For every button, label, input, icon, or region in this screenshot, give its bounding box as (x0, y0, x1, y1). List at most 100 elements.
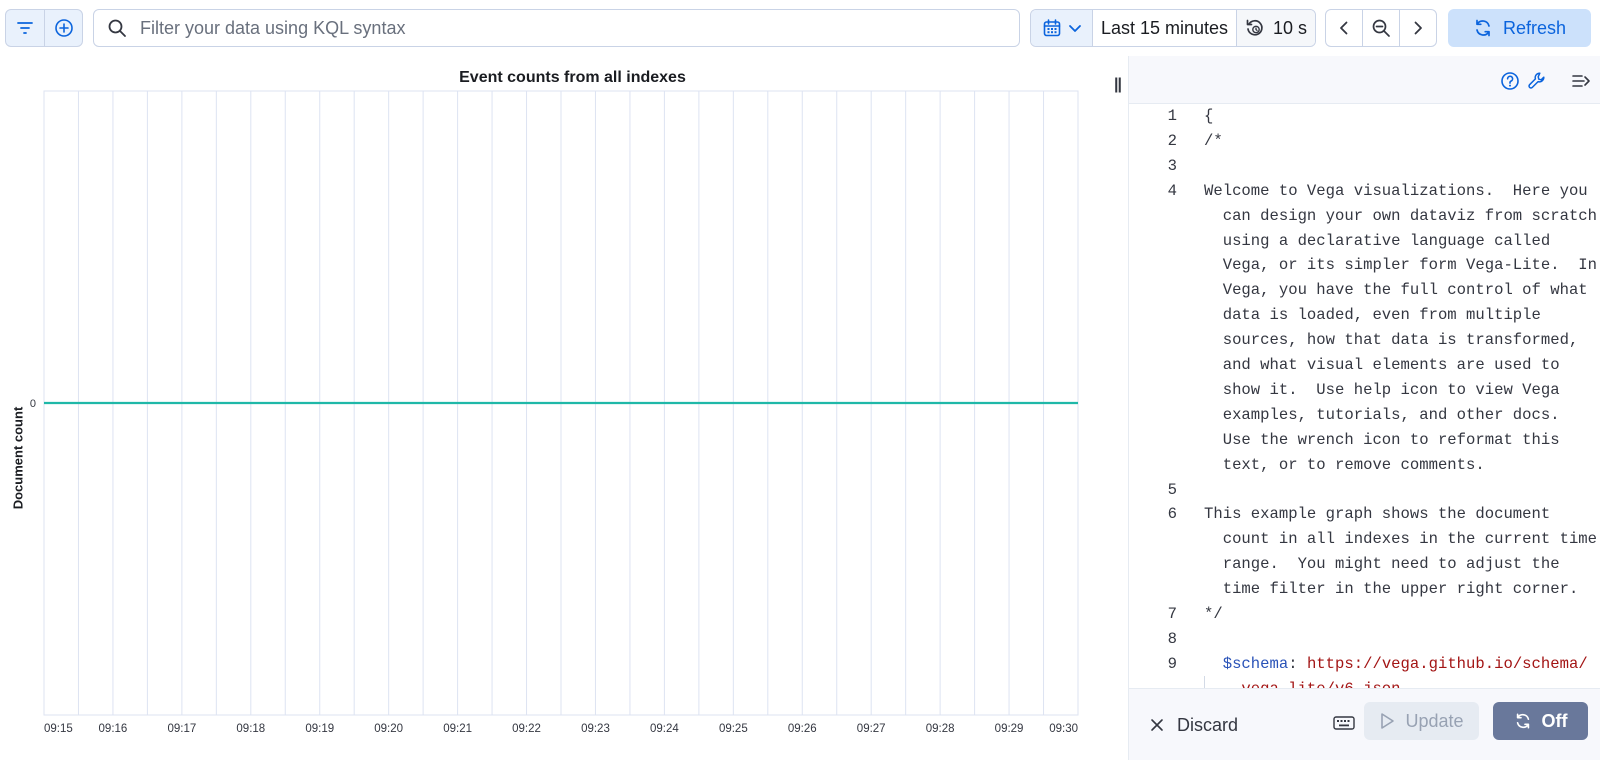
code-line: data is loaded, even from multiple (1129, 303, 1600, 328)
line-text: can design your own dataviz from scratch (1204, 206, 1598, 225)
plus-circle-icon (54, 19, 73, 37)
schema-value: https://vega.github.io/schema/ (1306, 654, 1588, 673)
chart-plot: 0 09:15 09:16 09:17 09:18 09:19 09:20 09:21 09:2… (30, 90, 1079, 735)
refresh-interval-button[interactable]: 10 s (1237, 10, 1315, 46)
chevron-left-icon (1340, 21, 1348, 35)
line-text: data is loaded, even from multiple (1204, 306, 1541, 325)
time-next-button[interactable] (1399, 10, 1436, 46)
play-icon (1381, 713, 1395, 729)
x-tick-label: 09:16 (99, 723, 128, 735)
code-line: and what visual elements are used to (1129, 353, 1600, 378)
code-line: show it. Use help icon to view Vega (1129, 378, 1600, 403)
resize-handle[interactable]: || (1114, 76, 1122, 94)
refresh-interval-icon (1246, 19, 1263, 36)
time-nav-group (1325, 9, 1437, 47)
x-tick-label: 09:30 (1049, 723, 1078, 735)
code-line: 2 /* (1129, 129, 1600, 154)
filter-menu-button[interactable] (6, 10, 44, 46)
filter-button-group (5, 9, 83, 47)
line-text: /* (1204, 131, 1223, 150)
update-button[interactable]: Update (1364, 702, 1479, 740)
code-line: using a declarative language called (1129, 229, 1600, 254)
code-line: sources, how that data is transformed, (1129, 328, 1600, 353)
kql-search-input[interactable] (140, 17, 1000, 39)
line-text: sources, how that data is transformed, (1204, 331, 1579, 350)
time-range-button[interactable]: Last 15 minutes (1093, 10, 1237, 46)
chevron-right-icon (1414, 21, 1422, 35)
code-line: 6 This example graph shows the document (1129, 502, 1600, 527)
x-tick-label: 09:20 (374, 723, 403, 735)
x-tick-label: 09:18 (236, 723, 265, 735)
code-line: text, or to remove comments. (1129, 453, 1600, 478)
line-text: Welcome to Vega visualizations. Here you (1204, 181, 1588, 200)
vega-spec-editor: 1{2/* 3 4 Welcome to Vega visualizations. H… (1128, 56, 1600, 760)
code-editor[interactable]: 1{2/* 3 4 Welcome to Vega visualizations. H… (1129, 104, 1600, 744)
line-text: $schema: https://vega.github.io/schema/ (1204, 652, 1588, 677)
line-number: 3 (1167, 156, 1177, 175)
x-tick-label: 09:29 (995, 723, 1024, 735)
discard-button[interactable]: Discard (1149, 707, 1238, 743)
line-text: Use the wrench icon to reformat this (1204, 430, 1560, 449)
calendar-icon (1043, 19, 1060, 37)
x-tick-label: 09:26 (788, 723, 817, 735)
line-text: This example graph shows the document (1204, 505, 1551, 524)
line-number: 7 (1167, 605, 1177, 623)
vega-chart-panel: Event counts from all indexes Document c… (0, 56, 1112, 760)
x-tick-label: 09:24 (650, 723, 679, 735)
add-filter-button[interactable] (44, 10, 82, 46)
x-tick-label: 09:22 (512, 723, 541, 735)
x-tick-label: 09:27 (857, 723, 886, 735)
line-text: show it. Use help icon to view Vega (1204, 380, 1560, 399)
line-number: 8 (1167, 629, 1177, 648)
zoom-out-button[interactable] (1362, 10, 1399, 46)
code-line: range. You might need to adjust the (1129, 552, 1600, 577)
code-line: 9 $schema: https://vega.github.io/schema… (1129, 652, 1600, 677)
wrench-icon[interactable] (1526, 70, 1548, 92)
query-bar: Last 15 minutes 10 s Refresh (0, 0, 1600, 56)
quick-select-button[interactable] (1031, 10, 1093, 46)
discard-label: Discard (1177, 714, 1239, 735)
code-line: can design your own dataviz from scratch (1129, 204, 1600, 229)
auto-apply-toggle[interactable]: Off (1493, 702, 1588, 740)
x-tick-label: 09:19 (305, 723, 334, 735)
line-number: 1 (1167, 107, 1177, 125)
chevron-down-icon (1068, 25, 1081, 32)
time-previous-button[interactable] (1326, 10, 1362, 46)
off-label: Off (1541, 710, 1568, 731)
refresh-icon (1476, 19, 1490, 37)
schema-separator: : (1288, 654, 1307, 673)
line-text: using a declarative language called (1204, 231, 1551, 250)
code-line: 4 Welcome to Vega visualizations. Here yo… (1129, 179, 1600, 204)
line-text: and what visual elements are used to (1204, 356, 1560, 374)
x-tick-label: 09:28 (926, 723, 955, 735)
close-icon (1151, 719, 1163, 731)
line-number: 5 (1167, 480, 1177, 499)
kql-search-field[interactable] (93, 9, 1020, 47)
x-tick-label: 09:25 (719, 723, 748, 735)
y-tick-label: 0 (30, 398, 36, 410)
line-text: range. You might need to adjust the (1204, 555, 1560, 574)
code-line: examples, tutorials, and other docs. (1129, 403, 1600, 428)
code-line: 7 */ (1129, 602, 1600, 627)
refresh-label: Refresh (1502, 17, 1567, 38)
code-line: Vega, or its simpler form Vega-Lite. In (1129, 253, 1600, 278)
update-label: Update (1405, 710, 1464, 731)
x-tick-label: 09:17 (167, 723, 196, 735)
code-line: 5 (1129, 478, 1600, 503)
line-text: */ (1204, 605, 1223, 623)
line-number: 4 (1167, 181, 1177, 200)
menu-right-icon[interactable] (1570, 70, 1592, 92)
line-text: Vega, or its simpler form Vega-Lite. In (1204, 256, 1598, 275)
line-text: time filter in the upper right corner. (1204, 580, 1579, 599)
keyboard-shortcuts-icon[interactable] (1333, 715, 1355, 736)
x-tick-label: 09:21 (443, 723, 472, 735)
refresh-button[interactable]: Refresh (1448, 9, 1591, 47)
line-number: 2 (1167, 131, 1177, 150)
code-line: count in all indexes in the current time (1129, 527, 1600, 552)
editor-footer: Discard Update Off (1129, 688, 1600, 760)
code-line: time filter in the upper right corner. (1129, 577, 1600, 602)
line-text: text, or to remove comments. (1204, 455, 1485, 474)
code-line: 3 (1129, 154, 1600, 179)
line-text: count in all indexes in the current time (1204, 530, 1598, 549)
help-icon[interactable] (1499, 70, 1521, 92)
